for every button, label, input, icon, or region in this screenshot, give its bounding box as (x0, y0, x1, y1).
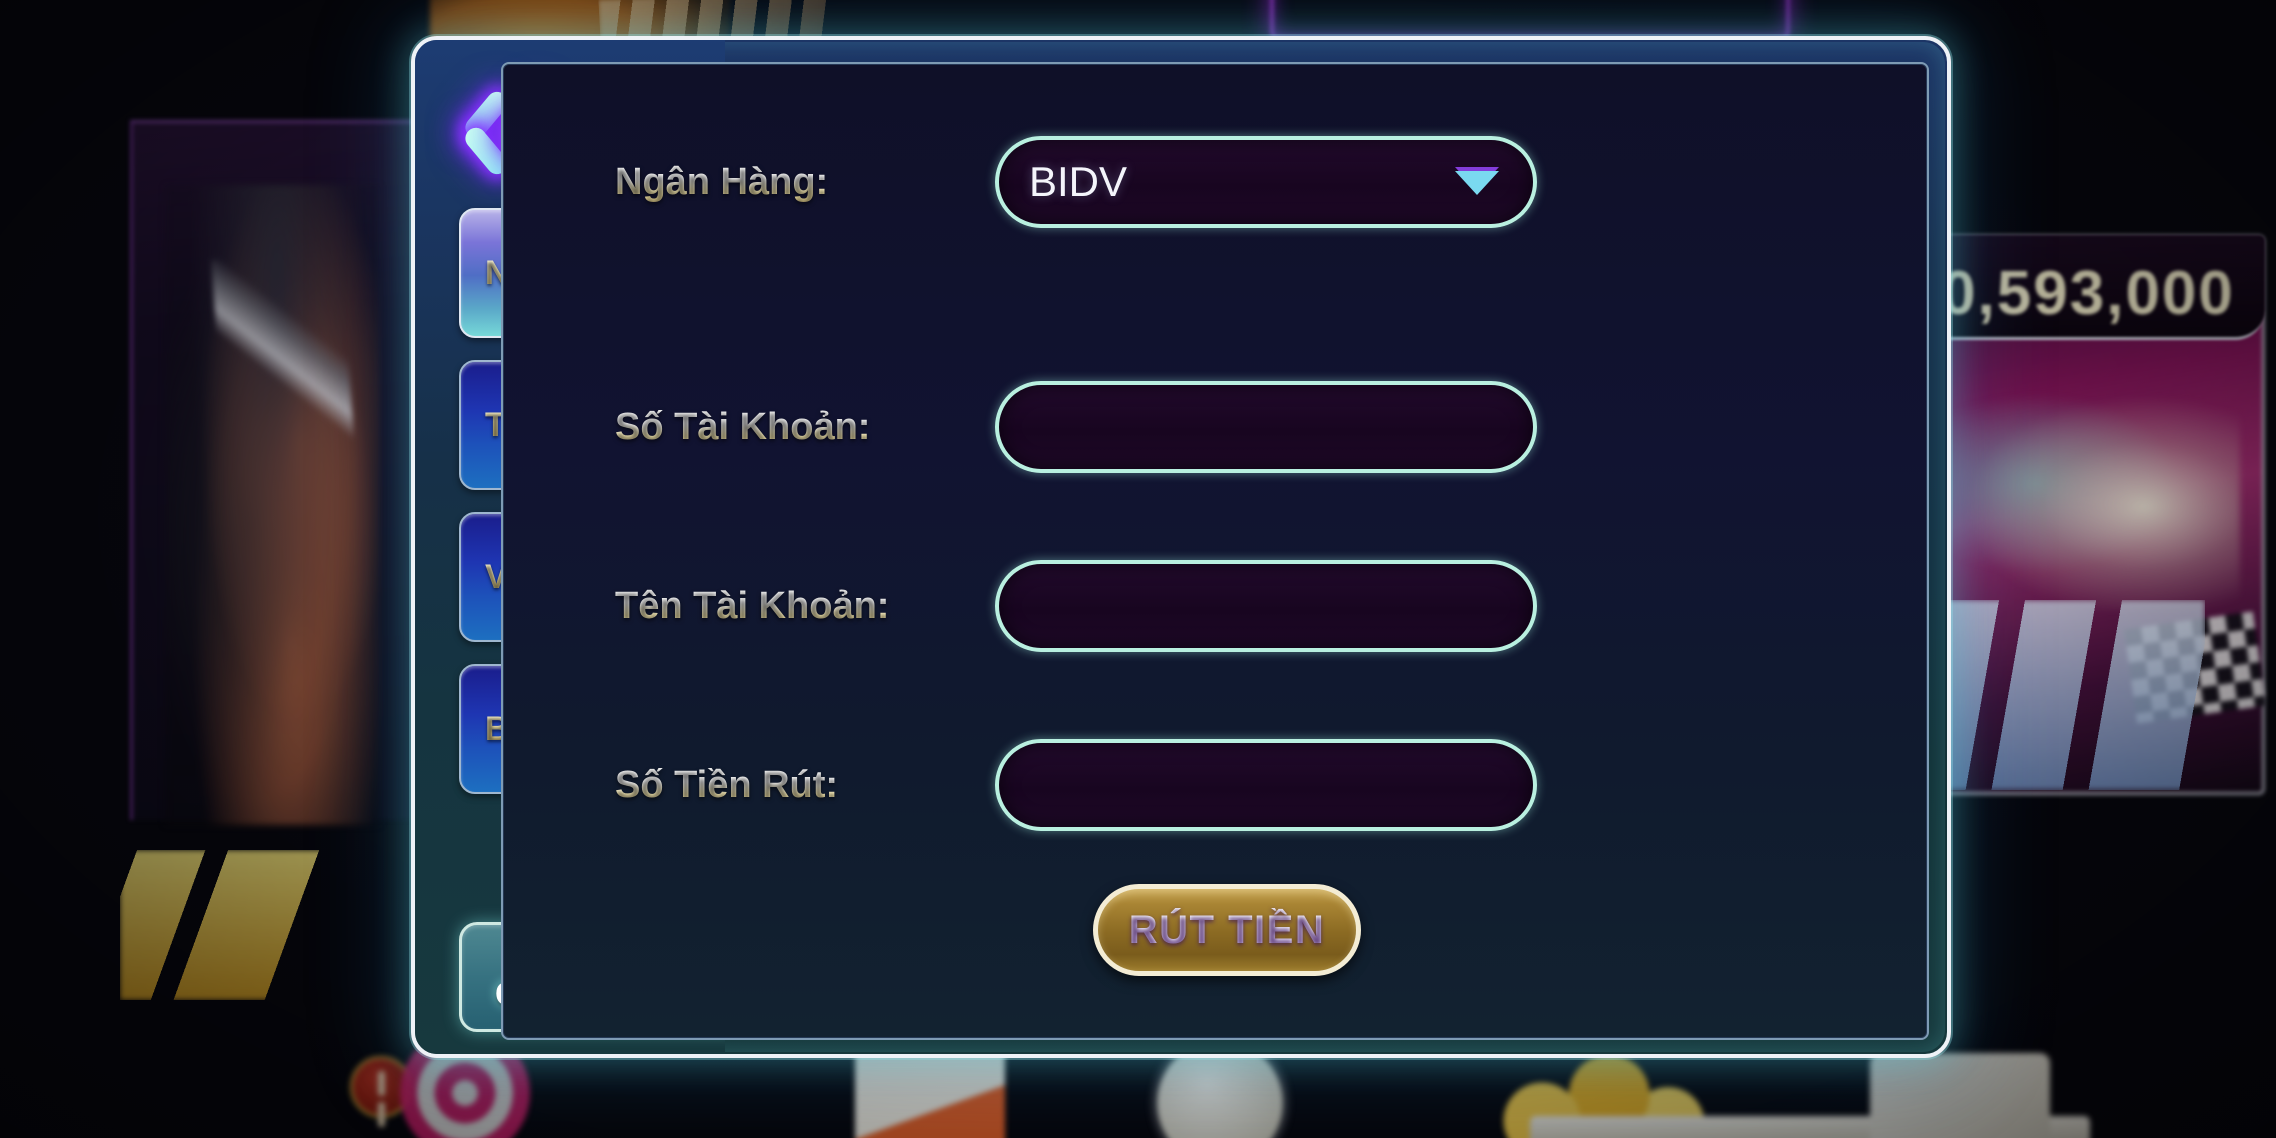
account-name-label: Tên Tài Khoản: (615, 585, 995, 628)
form-row-amount: Số Tiền Rút: (615, 735, 1875, 835)
amount-label: Số Tiền Rút: (615, 764, 995, 807)
bank-select[interactable]: BIDV (995, 136, 1537, 228)
withdraw-dialog: Ngân Hàng Thẻ Cào Ví Điện Tử Bitcoin ₿ L… (411, 36, 1951, 1058)
chevron-down-icon (1455, 171, 1499, 195)
account-name-input[interactable] (995, 560, 1537, 652)
amount-input[interactable] (995, 739, 1537, 831)
form-row-account-name: Tên Tài Khoản: (615, 556, 1875, 656)
withdraw-submit-label: RÚT TIỀN (1128, 907, 1326, 952)
withdraw-submit-button[interactable]: RÚT TIỀN (1093, 884, 1361, 976)
bank-label: Ngân Hàng: (615, 161, 995, 204)
bank-select-value: BIDV (1029, 158, 1128, 205)
withdraw-form-panel: Ngân Hàng: BIDV Số Tài Khoản: Tên Tài Kh… (501, 62, 1929, 1040)
account-number-label: Số Tài Khoản: (615, 406, 995, 449)
form-row-bank: Ngân Hàng: BIDV (615, 132, 1875, 232)
form-row-account-number: Số Tài Khoản: (615, 377, 1875, 477)
account-number-input[interactable] (995, 381, 1537, 473)
